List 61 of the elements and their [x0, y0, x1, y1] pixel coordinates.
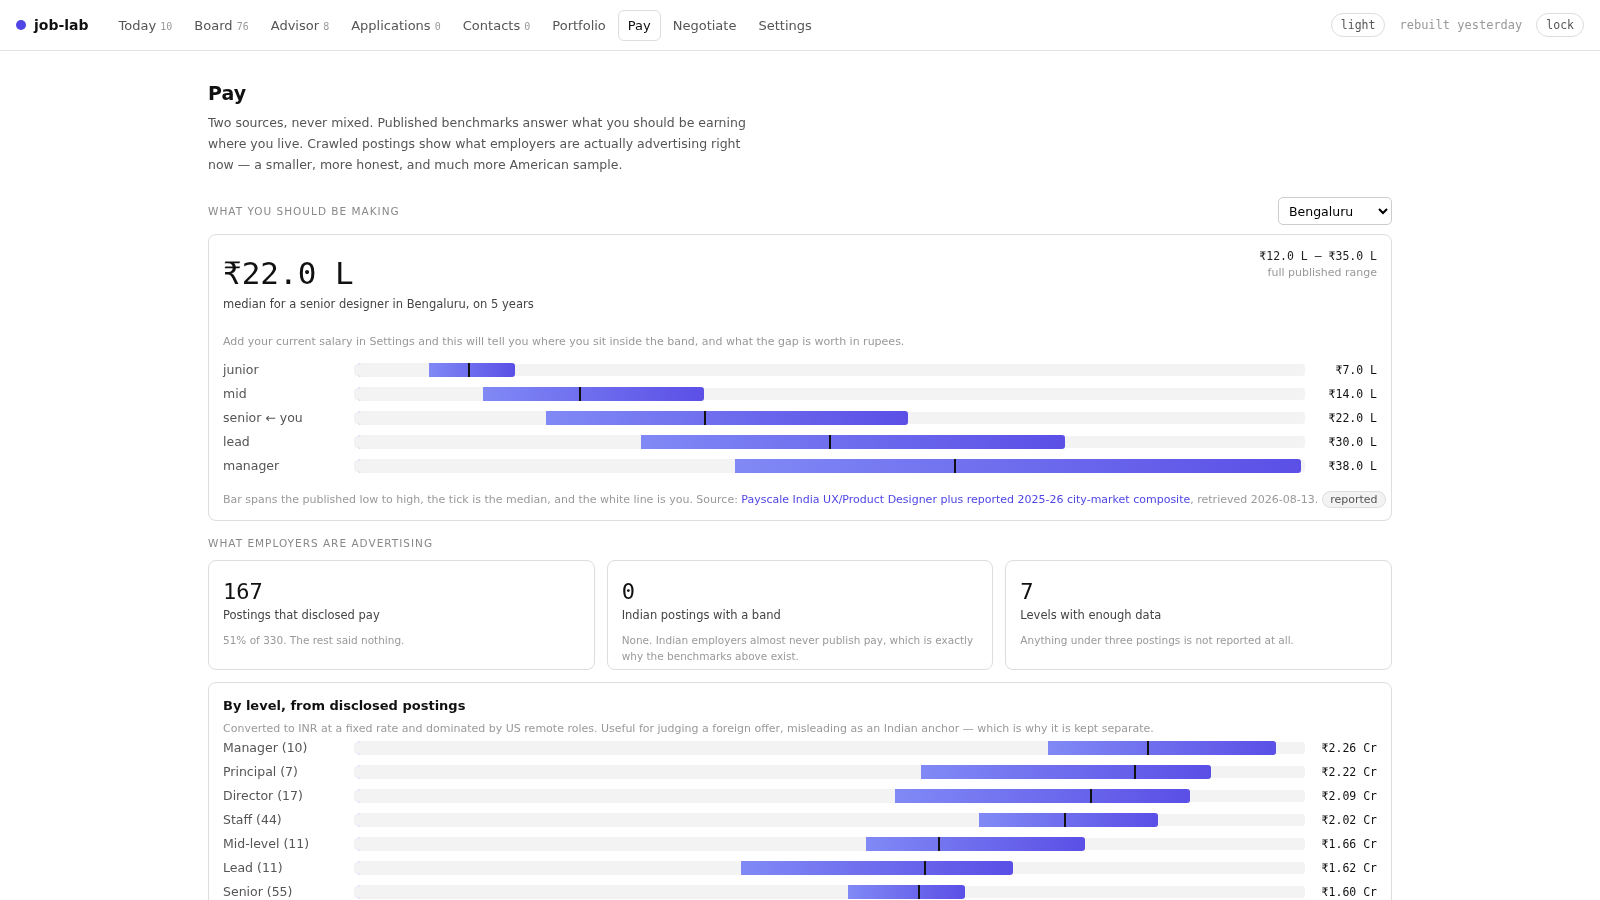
- nav-tab[interactable]: Applications 0: [341, 9, 451, 41]
- source-note: Bar spans the published low to high, the tick is the median, and the white line is you. Source: Payscale India UX/Product Designer plus reported 2025-26 city-market composite, retrieved 2026-08-13.: [223, 493, 1319, 506]
- range-caption: full published range: [1266, 266, 1377, 279]
- median-value: ₹30.0 L: [1327, 434, 1377, 449]
- nav-tab[interactable]: Pay: [617, 9, 661, 41]
- page-title: Pay: [208, 82, 248, 104]
- median-value: ₹14.0 L: [1327, 386, 1377, 401]
- level-label: Staff (44): [223, 812, 283, 827]
- nav-tab[interactable]: Board 76: [184, 9, 259, 41]
- median-value: ₹1.66 Cr: [1320, 836, 1377, 851]
- level-label: Lead (11): [223, 860, 284, 875]
- median-value: ₹1.60 Cr: [1320, 884, 1377, 899]
- hint-text: Add your current salary in Settings and this will tell you where you sit inside the band, and what the gap is worth in rupees.: [223, 335, 906, 348]
- stat-number: 167: [223, 579, 264, 604]
- level-label: Senior (55): [223, 884, 294, 899]
- nav-tab[interactable]: Settings: [748, 9, 822, 41]
- level-label: Manager (10): [223, 740, 309, 755]
- median-caption: median for a senior designer in Bengaluru, on 5 years: [223, 297, 534, 311]
- level-label: lead: [223, 434, 251, 449]
- stat-detail: 51% of 330. The rest said nothing.: [223, 633, 406, 648]
- city-select[interactable]: Bengaluru: [1278, 197, 1392, 225]
- nav-tab[interactable]: Today 10: [108, 9, 183, 41]
- level-label: Director (17): [223, 788, 304, 803]
- intro-text: Two sources, never mixed. Published benchmarks answer what you should be earning where you live. Crawled postings show what employers are actually advertising right now — a smaller, more honest, and much more American sample.: [208, 114, 747, 174]
- section-heading: WHAT EMPLOYERS ARE ADVERTISING: [208, 537, 434, 549]
- stat-label: Indian postings with a band: [621, 608, 782, 622]
- hint-text: Converted to INR at a fixed rate and dominated by US remote roles. Useful for judging a foreign offer, misleading as an Indian anchor — which is why it is kept separate.: [223, 722, 1155, 735]
- median-value: ₹22.0 L: [1327, 410, 1377, 425]
- app-name: job-lab: [34, 17, 89, 33]
- card-title: By level, from disclosed postings: [223, 698, 467, 713]
- section-heading: WHAT YOU SHOULD BE MAKING: [208, 205, 400, 217]
- lock-button[interactable]: lock: [1536, 13, 1584, 37]
- stat-number: 7: [1020, 579, 1035, 604]
- median-value: ₹2.09 Cr: [1320, 788, 1377, 803]
- median-value: ₹1.62 Cr: [1320, 860, 1377, 875]
- level-label: junior: [223, 362, 260, 377]
- level-label: senior ← you: [223, 410, 304, 425]
- build-status: rebuilt yesterday: [1399, 18, 1523, 32]
- nav-tab[interactable]: Advisor 8: [260, 9, 340, 41]
- stat-label: Levels with enough data: [1020, 608, 1163, 622]
- stat-label: Postings that disclosed pay: [223, 608, 381, 622]
- level-label: mid: [223, 386, 248, 401]
- median-value: ₹2.22 Cr: [1320, 764, 1377, 779]
- median-amount: ₹22.0 L: [223, 255, 355, 291]
- median-value: ₹2.26 Cr: [1320, 740, 1377, 755]
- nav-tab[interactable]: Negotiate: [662, 9, 747, 41]
- nav-tab[interactable]: Contacts 0: [452, 9, 541, 41]
- median-value: ₹2.02 Cr: [1320, 812, 1377, 827]
- logo-dot-icon: [16, 20, 26, 30]
- median-value: ₹7.0 L: [1334, 362, 1377, 377]
- stat-number: 0: [621, 579, 636, 604]
- stat-detail: Anything under three postings is not reported at all.: [1020, 633, 1295, 648]
- theme-toggle[interactable]: light: [1330, 13, 1386, 37]
- level-label: manager: [223, 458, 281, 473]
- reported-badge: reported: [1322, 491, 1386, 508]
- stat-detail: None. Indian employers almost never publish pay, which is exactly why the benchmarks above exist.: [621, 633, 975, 664]
- median-value: ₹38.0 L: [1327, 458, 1377, 473]
- level-label: Principal (7): [223, 764, 299, 779]
- level-label: Mid-level (11): [223, 836, 311, 851]
- nav-tab[interactable]: Portfolio: [542, 9, 616, 41]
- range-amount: ₹12.0 L – ₹35.0 L: [1259, 249, 1377, 263]
